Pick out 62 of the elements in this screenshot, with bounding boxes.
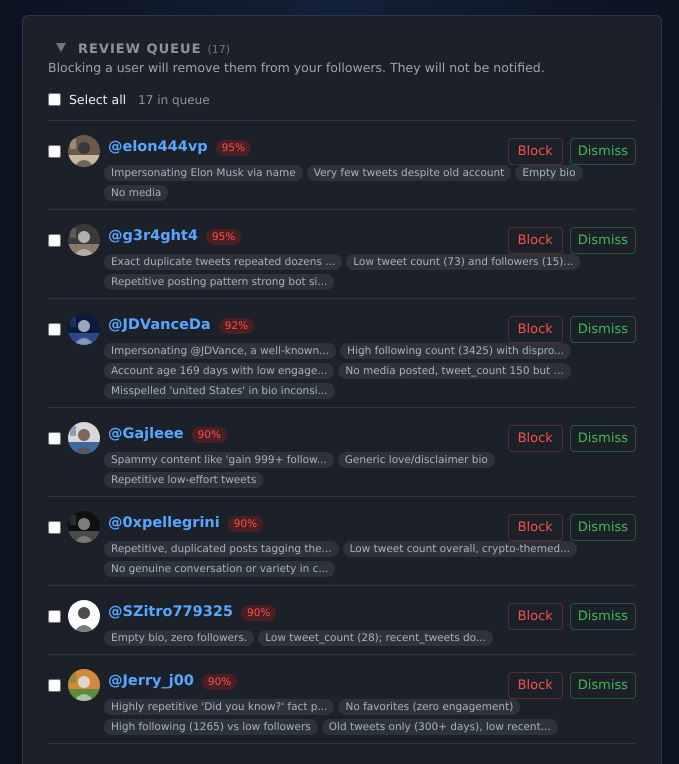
reason-tag: Empty bio, zero followers. [104, 630, 254, 646]
reason-tag: Low tweet count overall, crypto-themed... [342, 541, 578, 557]
block-button[interactable]: Block [508, 602, 563, 630]
score-badge: 90% [192, 427, 227, 443]
reason-tag: No favorites (zero engagement) [338, 699, 520, 715]
reason-tag: High following (1265) vs low followers [104, 719, 318, 735]
reason-tag: Low tweet_count (28); recent_tweets do... [258, 630, 493, 646]
row-checkbox[interactable] [48, 610, 61, 622]
dismiss-button[interactable]: Dismiss [570, 672, 636, 698]
score-badge: 95% [216, 140, 252, 156]
reason-tag: Impersonating Elon Musk via name [104, 165, 303, 181]
dismiss-button[interactable]: Dismiss [570, 514, 636, 540]
queue-count: (17) [207, 43, 230, 56]
account-handle[interactable]: @Gajleee [108, 426, 184, 442]
reason-tag: Account age 169 days with low engage... [104, 363, 334, 379]
account-handle[interactable]: @g3r4ght4 [108, 228, 198, 244]
select-all-checkbox[interactable] [48, 93, 61, 106]
reason-tag: High following count (3425) with dispro... [340, 343, 572, 359]
reason-tag: Low tweet count (73) and followers (15)... [346, 254, 580, 270]
caret-icon[interactable] [56, 43, 66, 52]
reason-tag: Very few tweets despite old account [306, 165, 512, 181]
block-button[interactable]: Block [508, 672, 563, 698]
reason-tag: Exact duplicate tweets repeated dozens ... [104, 254, 342, 270]
reason-tag: No genuine conversation or variety in c... [104, 561, 336, 577]
row-checkbox[interactable] [48, 520, 61, 534]
dismiss-button[interactable]: Dismiss [570, 316, 636, 342]
reason-tag: No media posted, tweet_count 150 but ... [338, 363, 571, 379]
reason-tag: Empty bio [515, 165, 583, 181]
dismiss-button[interactable]: Dismiss [570, 424, 636, 452]
queue-size: 17 in queue [138, 92, 210, 106]
reason-tag: Impersonating @JDVance, a well-known... [104, 343, 336, 359]
account-handle[interactable]: @SZitro779325 [108, 604, 234, 620]
reason-tag: No media [104, 185, 168, 201]
reason-tag: Misspelled 'united States' in bio inconsi... [104, 383, 335, 399]
row-checkbox[interactable] [48, 234, 61, 246]
score-badge: 90% [202, 674, 238, 690]
row-checkbox[interactable] [48, 432, 61, 444]
notice-text: Blocking a user will remove them from your followers. They will not be notified. [48, 60, 546, 75]
reason-tag: Generic love/disclaimer bio [338, 452, 495, 468]
reason-tag: Spammy content like 'gain 999+ follow... [104, 452, 334, 468]
account-handle[interactable]: @elon444vp [108, 139, 208, 155]
score-badge: 95% [206, 229, 242, 245]
account-handle[interactable]: @Jerry_j00 [108, 673, 194, 689]
row-checkbox[interactable] [48, 322, 61, 336]
section-title: REVIEW QUEUE [78, 42, 202, 57]
score-badge: 90% [241, 605, 276, 621]
score-badge: 92% [218, 318, 254, 334]
reason-tag: Highly repetitive 'Did you know?' fact p... [104, 699, 334, 715]
row-checkbox[interactable] [48, 144, 61, 158]
select-all-label: Select all [69, 92, 126, 107]
block-button[interactable]: Block [508, 424, 563, 452]
dismiss-button[interactable]: Dismiss [570, 138, 636, 164]
reason-tag: Repetitive, duplicated posts tagging the... [104, 541, 339, 557]
account-handle[interactable]: @JDVanceDa [108, 317, 211, 333]
account-handle[interactable]: @0xpellegrini [108, 515, 220, 531]
row-checkbox[interactable] [48, 678, 61, 692]
reason-tag: Repetitive low-effort tweets [104, 472, 264, 488]
score-badge: 90% [228, 516, 264, 532]
dismiss-button[interactable]: Dismiss [570, 602, 636, 630]
reason-tag: Old tweets only (300+ days), low recent... [322, 719, 558, 735]
dismiss-button[interactable]: Dismiss [570, 226, 636, 254]
reason-tag: Repetitive posting pattern strong bot si... [104, 274, 334, 290]
